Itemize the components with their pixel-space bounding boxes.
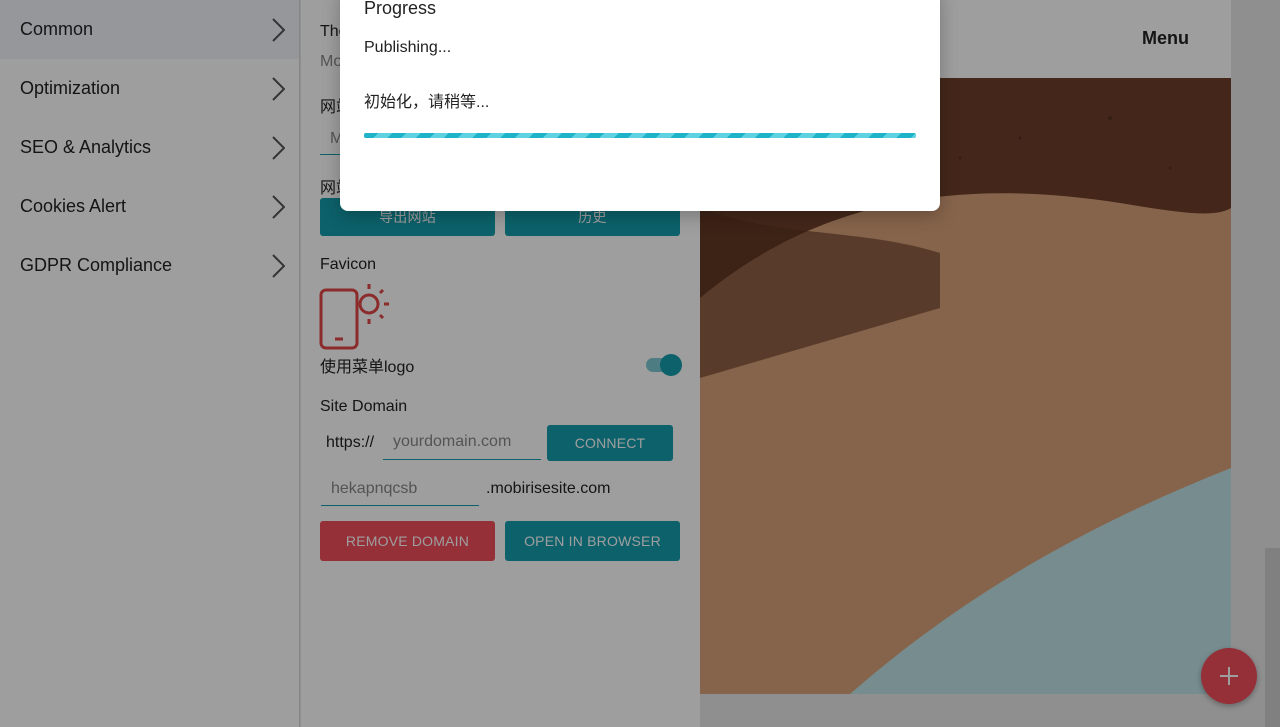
progress-dialog: Progress Publishing... 初始化，请稍等...: [340, 0, 940, 211]
dialog-status: Publishing...: [364, 39, 452, 56]
progress-bar: [364, 133, 916, 138]
dialog-title: Progress: [364, 0, 437, 18]
dialog-message: 初始化，请稍等...: [364, 94, 490, 111]
